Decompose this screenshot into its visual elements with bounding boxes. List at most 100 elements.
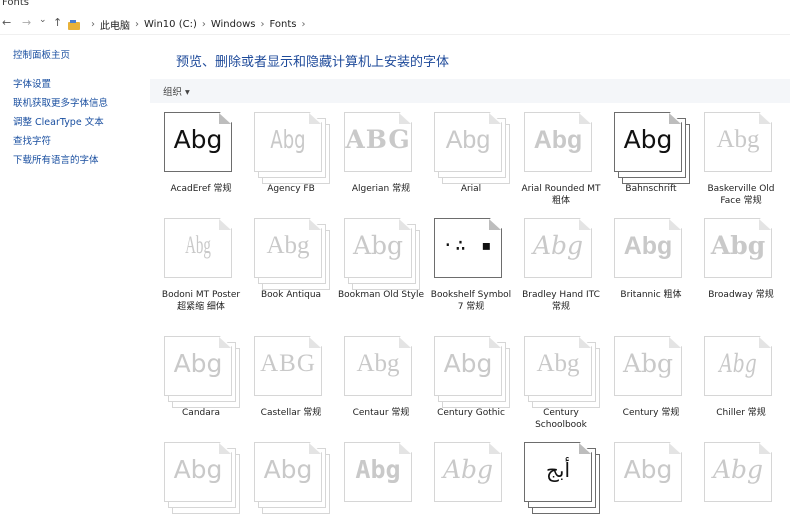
folder-icon: [68, 19, 80, 30]
font-sample-text: Abg: [712, 455, 764, 484]
font-file-icon: Abg: [434, 336, 510, 408]
font-file-icon: ABG: [254, 336, 328, 408]
font-file-icon: ·∴ ▪: [434, 218, 508, 290]
font-file-icon: Abg: [614, 442, 688, 514]
font-name-label: Baskerville Old Face 常规: [707, 184, 775, 206]
font-sample-text: Abg: [622, 349, 674, 378]
font-preview-page: Abg: [524, 336, 592, 396]
font-preview-page: Abg: [434, 336, 502, 396]
font-file-icon: Abg: [254, 112, 330, 184]
font-name-label: Centaur 常规: [352, 408, 410, 418]
chevron-right-icon[interactable]: ›: [260, 19, 264, 30]
font-preview-page: Abg: [614, 442, 682, 502]
chevron-right-icon[interactable]: ›: [301, 19, 305, 30]
font-sample-text: Abg: [443, 349, 493, 378]
font-name-label: Century Gothic: [437, 408, 505, 418]
window-title: Fonts: [2, 0, 29, 8]
font-file-icon: Abg: [614, 112, 690, 184]
font-sample-text: Abg: [173, 455, 223, 484]
recent-locations-button[interactable]: ⌄: [39, 15, 47, 25]
font-file-icon: Abg: [254, 218, 330, 290]
forward-button[interactable]: →: [22, 16, 31, 29]
font-name-label: Agency FB: [267, 184, 315, 194]
font-preview-page: Abg: [164, 112, 232, 172]
font-file-icon: Abg: [344, 442, 418, 514]
font-sample-text: Abg: [710, 231, 766, 260]
font-file-icon: Abg: [704, 336, 778, 408]
font-name-label: Broadway 常规: [708, 290, 774, 300]
font-file-icon: Abg: [254, 442, 330, 514]
font-file-icon: Abg: [704, 112, 778, 184]
title-bar: Fonts: [0, 0, 790, 14]
font-name-label: Candara: [182, 408, 220, 418]
font-preview-page: Abg: [704, 442, 772, 502]
font-file-icon: Abg: [164, 442, 240, 514]
font-preview-page: ·∴ ▪: [434, 218, 502, 278]
font-sample-text: Abg: [533, 126, 583, 154]
font-preview-page: Abg: [614, 218, 682, 278]
font-preview-page: Abg: [614, 336, 682, 396]
font-sample-text: Abg: [266, 232, 310, 259]
font-name-label: Century Schoolbook: [535, 408, 587, 430]
font-preview-page: Abg: [254, 442, 322, 502]
font-sample-text: Abg: [623, 455, 673, 484]
font-sample-text: أبج: [545, 458, 571, 482]
font-sample-text: Abg: [173, 125, 223, 154]
font-sample-text: Abg: [623, 232, 673, 260]
font-sample-text: Abg: [185, 232, 211, 259]
breadcrumb-windows[interactable]: Windows: [211, 19, 256, 30]
sidebar-link-cleartype[interactable]: 调整 ClearType 文本: [13, 114, 104, 128]
font-sample-text: ABG: [345, 125, 411, 154]
font-preview-page: Abg: [254, 112, 322, 172]
back-button[interactable]: ←: [2, 16, 11, 29]
font-file-icon: Abg: [434, 112, 510, 184]
font-name-label: AcadEref 常规: [170, 184, 232, 194]
font-file-icon: Abg: [524, 218, 598, 290]
breadcrumb-fonts[interactable]: Fonts: [269, 19, 296, 30]
font-preview-page: ABG: [254, 336, 322, 396]
breadcrumb-this-pc[interactable]: 此电脑: [100, 17, 130, 32]
chevron-right-icon[interactable]: ›: [91, 19, 95, 30]
font-sample-text: Abg: [356, 350, 400, 377]
organize-menu-button[interactable]: 组织 ▾: [163, 84, 190, 98]
font-file-icon: Abg: [164, 218, 238, 290]
sidebar-link-download-fonts[interactable]: 下载所有语言的字体: [13, 152, 99, 166]
font-sample-text: Abg: [270, 125, 306, 154]
font-preview-page: Abg: [434, 442, 502, 502]
font-preview-page: Abg: [164, 336, 232, 396]
breadcrumb-drive[interactable]: Win10 (C:): [144, 19, 197, 30]
font-preview-page: Abg: [704, 218, 772, 278]
font-sample-text: ·∴ ▪: [442, 235, 494, 256]
sidebar-link-font-settings[interactable]: 字体设置: [13, 76, 51, 90]
chevron-right-icon[interactable]: ›: [135, 19, 139, 30]
font-preview-page: Abg: [344, 218, 412, 278]
font-sample-text: Abg: [719, 349, 757, 378]
up-button[interactable]: ↑: [53, 16, 62, 29]
font-sample-text: Abg: [445, 126, 491, 154]
page-fold: [219, 113, 231, 124]
sidebar-link-online-font-info[interactable]: 联机获取更多字体信息: [13, 95, 108, 109]
font-name-label: Arial: [460, 184, 482, 194]
font-preview-page: Abg: [164, 218, 232, 278]
address-bar: ← → ⌄ ↑ › 此电脑 › Win10 (C:) › Windows › F…: [0, 14, 790, 35]
font-file-icon: Abg: [164, 112, 238, 184]
font-sample-text: Abg: [532, 231, 584, 260]
font-file-icon: Abg: [164, 336, 240, 408]
font-sample-text: ABG: [260, 350, 316, 377]
font-preview-page: Abg: [344, 336, 412, 396]
page-fold: [219, 219, 231, 230]
chevron-right-icon[interactable]: ›: [202, 19, 206, 30]
font-sample-text: Abg: [263, 455, 313, 484]
font-name-label: Chiller 常规: [716, 408, 766, 418]
font-preview-page: Abg: [434, 112, 502, 172]
font-name-label: Century 常规: [622, 408, 680, 418]
sidebar-link-find-character[interactable]: 查找字符: [13, 133, 51, 147]
font-preview-page: Abg: [704, 112, 772, 172]
font-preview-page: أبج: [524, 442, 592, 502]
font-name-label: Bahnschrift: [625, 184, 677, 194]
font-sample-text: Abg: [623, 125, 673, 154]
control-panel-home-link[interactable]: 控制面板主页: [13, 47, 70, 61]
font-name-label: Bradley Hand ITC 常规: [522, 290, 600, 312]
font-name-label: Castellar 常规: [260, 408, 322, 418]
font-name-label: Algerian 常规: [351, 184, 411, 194]
